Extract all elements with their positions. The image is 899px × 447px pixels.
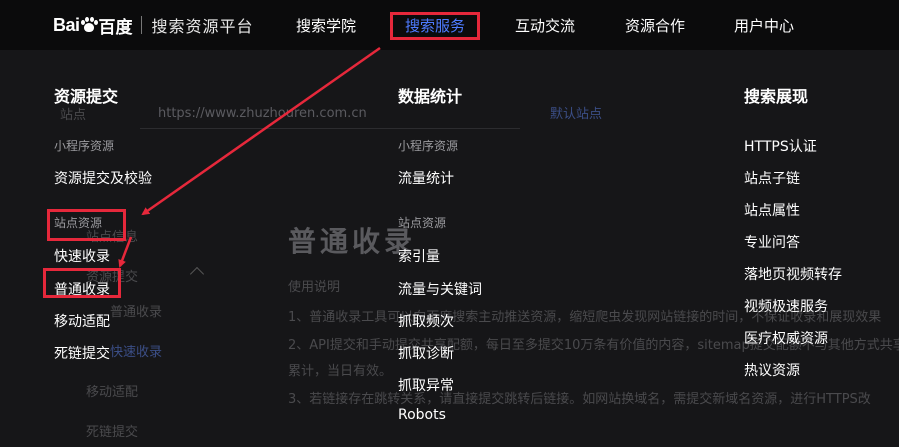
bg-para-3: 3、若链接存在跳转关系，请直接提交跳转后链接。如网站换域名，需提交新域名资源，进… <box>288 392 871 407</box>
menu-heading-data-stats: 数据统计 <box>398 87 463 106</box>
bg-page-title: 普通收录 <box>288 225 417 258</box>
highlight-box-normal-index <box>43 268 121 298</box>
menu-heading-search-display: 搜索展现 <box>744 87 809 106</box>
menu-item-index-volume[interactable]: 索引量 <box>398 246 440 266</box>
menu-item-traffic-stats[interactable]: 流量统计 <box>398 168 454 188</box>
nav-item-community[interactable]: 互动交流 <box>515 15 575 36</box>
platform-title: 搜索资源平台 <box>151 17 254 36</box>
menu-item-fast-index[interactable]: 快速收录 <box>54 246 110 266</box>
menu-section-miniprogram: 小程序资源 <box>54 139 115 153</box>
logo-divider <box>140 16 142 34</box>
menu-section-miniprogram-stats: 小程序资源 <box>398 139 459 153</box>
bg-side-item-mobile: 移动适配 <box>86 385 139 400</box>
menu-section-site-stats: 站点资源 <box>398 216 447 230</box>
bg-chevron-up-icon <box>189 266 205 282</box>
menu-item-site-attributes[interactable]: 站点属性 <box>744 200 800 220</box>
menu-item-deadlink-submit[interactable]: 死链提交 <box>54 343 110 363</box>
bg-side-item-deadlink: 死链提交 <box>86 425 139 440</box>
highlight-box-search-services <box>390 12 480 40</box>
nav-item-resource-cooperation[interactable]: 资源合作 <box>625 15 685 36</box>
menu-item-medical-authority[interactable]: 医疗权威资源 <box>744 328 828 348</box>
menu-item-crawl-frequency[interactable]: 抓取频次 <box>398 311 454 331</box>
menu-item-robots[interactable]: Robots <box>398 407 446 423</box>
menu-item-miniprogram-submit[interactable]: 资源提交及校验 <box>54 168 152 188</box>
menu-item-hot-topics[interactable]: 热议资源 <box>744 360 800 380</box>
logo-text-bai: Bai <box>53 14 80 35</box>
menu-item-crawl-diagnosis[interactable]: 抓取诊断 <box>398 343 454 363</box>
nav-item-search-academy[interactable]: 搜索学院 <box>296 15 356 36</box>
bg-para-2b: 累计，当日有效。 <box>288 364 393 379</box>
baidu-logo[interactable]: Bai 百度 搜索资源平台 <box>53 12 254 38</box>
bg-side-item-normal: 普通收录 <box>110 305 163 320</box>
menu-item-https-auth[interactable]: HTTPS认证 <box>744 136 817 156</box>
bg-default-site-link: 默认站点 <box>550 107 603 122</box>
logo-text-du: 百度 <box>98 17 133 38</box>
baidu-paw-icon <box>80 17 98 33</box>
menu-item-mobile-adapt[interactable]: 移动适配 <box>54 311 110 331</box>
bg-side-item-fast: 快速收录 <box>110 345 163 360</box>
highlight-box-site-resources <box>47 209 126 241</box>
menu-heading-resource-submit: 资源提交 <box>54 87 119 106</box>
menu-item-sitelinks[interactable]: 站点子链 <box>744 168 800 188</box>
bg-usage-title: 使用说明 <box>288 280 341 295</box>
bg-divider <box>140 128 520 129</box>
menu-item-crawl-errors[interactable]: 抓取异常 <box>398 375 454 395</box>
menu-item-landing-video[interactable]: 落地页视频转存 <box>744 264 842 284</box>
menu-item-video-fast[interactable]: 视频极速服务 <box>744 296 828 316</box>
menu-item-professional-qa[interactable]: 专业问答 <box>744 232 800 252</box>
bg-site-url: https://www.zhuzhouren.com.cn <box>158 106 367 121</box>
arrow-to-site-resources <box>141 46 381 216</box>
menu-item-traffic-keywords[interactable]: 流量与关键词 <box>398 279 482 299</box>
nav-item-user-center[interactable]: 用户中心 <box>734 15 794 36</box>
